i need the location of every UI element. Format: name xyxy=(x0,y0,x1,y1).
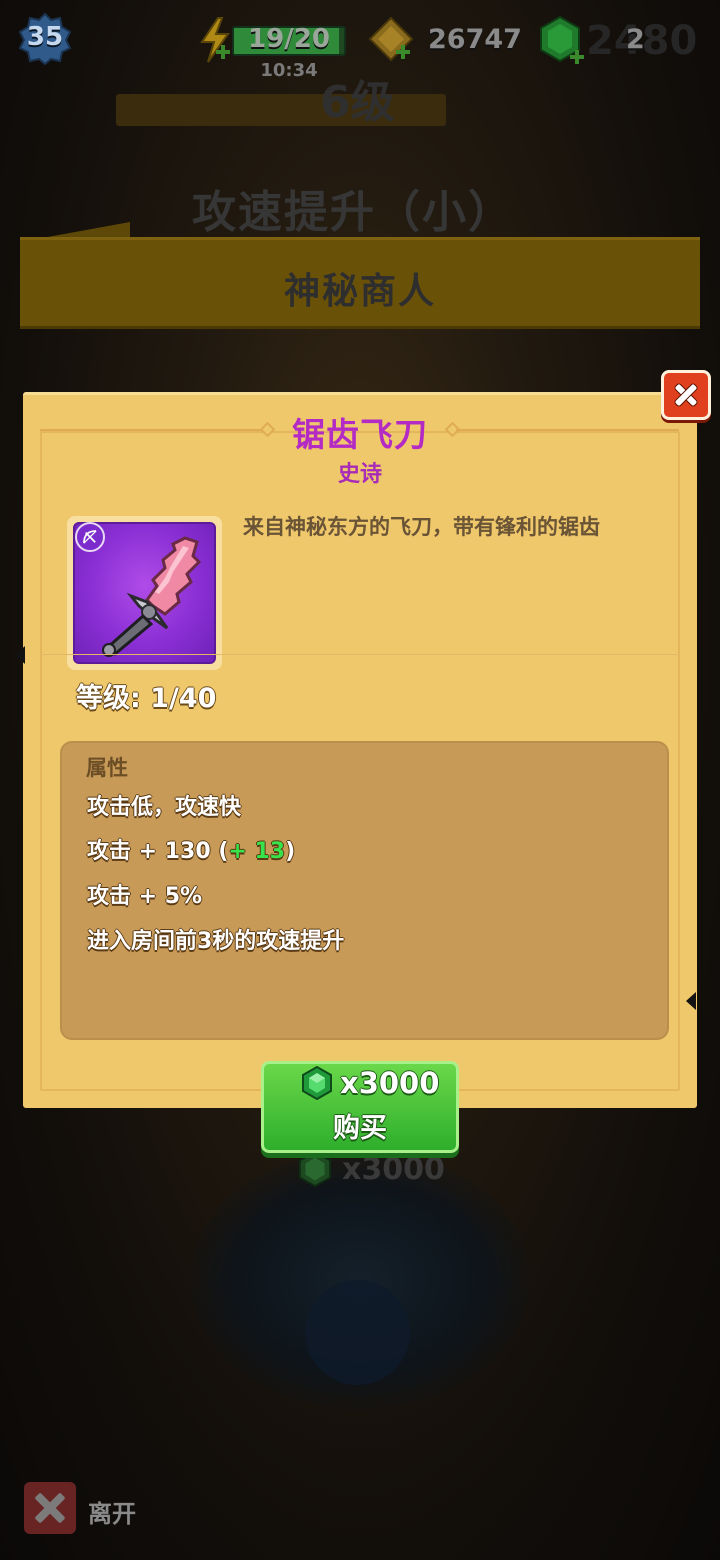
game-screen: 6级 攻速提升（小） 神秘商人 x3000 35 19/20 10:34 267… xyxy=(0,0,720,1560)
gold-count: 26747 xyxy=(428,24,522,55)
bg-portal-orb xyxy=(305,1280,410,1385)
attributes-title: 属性 xyxy=(86,756,128,780)
close-button[interactable] xyxy=(661,370,711,420)
merchant-banner-title: 神秘商人 xyxy=(283,271,436,312)
bg-price-text: x3000 xyxy=(342,1151,445,1187)
attribute-line: 进入房间前3秒的攻速提升 xyxy=(87,929,345,954)
bow-icon xyxy=(75,522,105,552)
gem-icon[interactable] xyxy=(536,14,588,66)
gold-icon[interactable] xyxy=(366,14,416,64)
attribute-line-attack: 攻击 + 130 (+ 13) xyxy=(87,833,295,865)
attack-suffix: ) xyxy=(285,839,296,864)
bg-level-strip xyxy=(116,94,446,126)
leave-label[interactable]: 离开 xyxy=(88,1494,136,1529)
bg-price: x3000 xyxy=(296,1150,445,1188)
item-description: 来自神秘东方的飞刀，带有锋利的锯齿 xyxy=(243,515,600,539)
energy-timer: 10:34 xyxy=(260,60,318,81)
attribute-line: 攻击 + 5% xyxy=(87,884,203,909)
buy-label: 购买 xyxy=(333,1113,387,1144)
energy-icon[interactable] xyxy=(196,16,234,64)
leave-button[interactable] xyxy=(24,1482,76,1534)
gem-icon xyxy=(302,1066,332,1100)
attack-bonus: + 13 xyxy=(228,839,286,864)
popup-notch-left xyxy=(15,646,25,664)
buy-price-text: x3000 xyxy=(340,1066,440,1100)
player-level: 35 xyxy=(26,22,64,52)
attribute-line: 攻击低，攻速快 xyxy=(87,795,242,820)
popup-notch-right xyxy=(686,992,696,1010)
item-rarity: 史诗 xyxy=(337,462,382,487)
popup-divider xyxy=(40,654,680,655)
gem-icon xyxy=(298,1150,332,1188)
bg-skill-label: 攻速提升（小） xyxy=(192,187,514,238)
attack-base: 攻击 + 130 ( xyxy=(87,839,229,864)
buy-price: x3000 xyxy=(300,1066,439,1100)
item-name: 锯齿飞刀 xyxy=(292,415,428,454)
gem-count: 2 xyxy=(626,24,645,55)
energy-count: 19/20 xyxy=(248,24,330,54)
item-level: 等级: 1/40 xyxy=(76,683,217,714)
